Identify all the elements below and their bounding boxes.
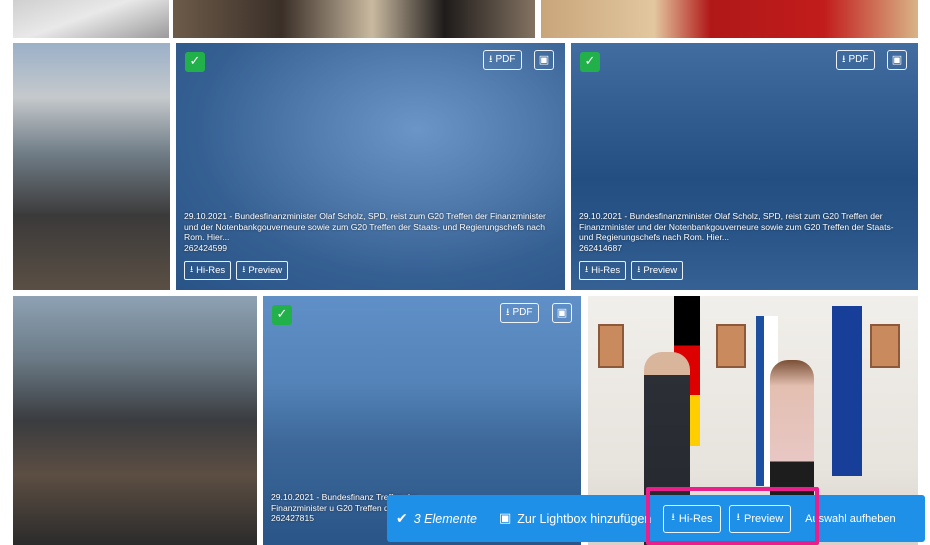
image-tile-selected[interactable]: ✓ ⭳ PDF ▣ 29.10.2021 - Bundesfinanzminis… <box>571 43 918 290</box>
hires-button[interactable]: ⭳ Hi-Res <box>579 261 627 280</box>
image-tile[interactable] <box>13 0 169 38</box>
image-tile[interactable] <box>13 296 257 545</box>
download-icon: ⭳ <box>190 265 194 275</box>
image-tile[interactable] <box>13 43 170 290</box>
lightbox-button[interactable]: ▣ <box>534 50 554 70</box>
lightbox-button[interactable]: ▣ <box>552 303 572 323</box>
pdf-label: PDF <box>512 307 533 318</box>
pdf-button[interactable]: ⭳ PDF <box>500 303 539 323</box>
download-icon: ⭳ <box>736 512 741 523</box>
flag-eu <box>832 306 862 476</box>
clear-selection-link[interactable]: Auswahl aufheben <box>805 513 896 525</box>
image-tile-selected[interactable]: ✓ ⭳ PDF ▣ 29.10.2021 - Bundesfinanzminis… <box>176 43 565 290</box>
image-id: 262414687 <box>579 242 623 253</box>
hires-button[interactable]: ⭳ Hi-Res <box>184 261 232 280</box>
add-to-lightbox-button[interactable]: Zur Lightbox hinzufügen <box>517 512 651 526</box>
preview-button[interactable]: ⭳ Preview <box>236 261 289 280</box>
download-icon: ⭳ <box>842 54 846 65</box>
image-tile[interactable] <box>541 0 918 38</box>
pdf-label: PDF <box>848 54 869 65</box>
wall-relief <box>870 324 900 368</box>
image-tile[interactable] <box>173 0 535 38</box>
bulk-hires-label: Hi-Res <box>678 512 713 525</box>
photo <box>13 0 169 38</box>
caption-text: 29.10.2021 - Bundesfinanzminister Olaf S… <box>579 211 894 242</box>
check-icon[interactable]: ✓ <box>272 305 292 325</box>
hires-label: Hi-Res <box>196 265 226 276</box>
pdf-button[interactable]: ⭳ PDF <box>483 50 522 70</box>
photo <box>13 43 170 290</box>
download-icon: ⭳ <box>671 512 675 523</box>
lightbox-icon: ▣ <box>556 306 568 319</box>
pdf-button[interactable]: ⭳ PDF <box>836 50 875 70</box>
image-id: 262424599 <box>184 242 228 253</box>
lightbox-button[interactable]: ▣ <box>887 50 907 70</box>
bulk-preview-button[interactable]: ⭳ Preview <box>728 504 792 533</box>
image-caption: 29.10.2021 - Bundesfinanzminister Olaf S… <box>579 211 910 253</box>
selection-action-bar: ✔ 3 Elemente ▣ Zur Lightbox hinzufügen ⭳… <box>387 495 925 542</box>
photo <box>13 296 257 545</box>
download-icon: ⭳ <box>506 307 510 318</box>
download-icon: ⭳ <box>489 54 493 65</box>
photo <box>541 0 918 38</box>
download-icon: ⭳ <box>242 265 246 275</box>
check-icon: ✔ <box>396 510 408 527</box>
pdf-label: PDF <box>495 54 516 65</box>
preview-button[interactable]: ⭳ Preview <box>631 261 684 280</box>
bulk-hires-button[interactable]: ⭳ Hi-Res <box>663 504 721 533</box>
wall-relief <box>598 324 624 368</box>
wall-relief <box>716 324 746 368</box>
download-row: ⭳ Hi-Res ⭳ Preview <box>579 261 684 280</box>
preview-label: Preview <box>643 265 678 276</box>
photo <box>173 0 535 38</box>
download-icon: ⭳ <box>637 265 641 275</box>
check-icon[interactable]: ✓ <box>580 52 600 72</box>
download-row: ⭳ Hi-Res ⭳ Preview <box>184 261 289 280</box>
selection-count: 3 Elemente <box>413 511 477 526</box>
caption-text: 29.10.2021 - Bundesfinanzminister Olaf S… <box>184 211 546 242</box>
check-icon[interactable]: ✓ <box>185 52 205 72</box>
lightbox-icon[interactable]: ▣ <box>499 511 511 526</box>
lightbox-icon: ▣ <box>891 53 903 66</box>
hires-label: Hi-Res <box>591 265 621 276</box>
download-icon: ⭳ <box>585 265 589 275</box>
lightbox-icon: ▣ <box>538 53 550 66</box>
bulk-preview-label: Preview <box>744 512 784 525</box>
preview-label: Preview <box>248 265 283 276</box>
image-gallery: ✓ ⭳ PDF ▣ 29.10.2021 - Bundesfinanzminis… <box>0 0 930 545</box>
image-caption: 29.10.2021 - Bundesfinanzminister Olaf S… <box>184 211 557 253</box>
